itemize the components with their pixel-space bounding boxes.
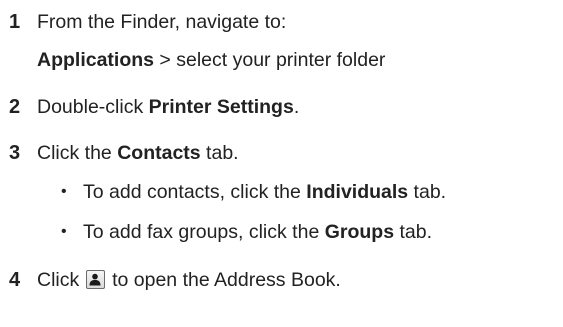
bullet-text: To add contacts, click the (83, 181, 307, 203)
step-number: 1 (9, 11, 21, 33)
printer-settings-label: Printer Settings (148, 96, 294, 118)
address-book-icon[interactable] (85, 270, 105, 289)
step-text: Double-click (37, 96, 149, 118)
step-text-end: tab. (200, 142, 239, 164)
step-text-end: . (293, 96, 300, 118)
applications-label: Applications (37, 49, 155, 71)
step-number: 3 (9, 142, 21, 164)
step-text: From the Finder, navigate to: (37, 11, 287, 33)
bullet-icon: • (61, 223, 67, 240)
step-text: Click the (37, 142, 118, 164)
step-text-end: to open the Address Book. (106, 269, 341, 291)
contacts-tab-label: Contacts (117, 142, 201, 164)
individuals-tab-label: Individuals (306, 181, 409, 203)
bullet-text: To add fax groups, click the (83, 221, 325, 243)
bullet-text-end: tab. (408, 181, 447, 203)
instruction-list: 1 From the Finder, navigate to: Applicat… (0, 0, 563, 327)
path-rest-text: > select your printer folder (154, 49, 386, 71)
step-text: Click (37, 269, 85, 291)
step-number: 4 (9, 269, 21, 291)
step-number: 2 (9, 96, 21, 118)
bullet-icon: • (61, 183, 67, 200)
groups-tab-label: Groups (324, 221, 395, 243)
bullet-text-end: tab. (394, 221, 433, 243)
